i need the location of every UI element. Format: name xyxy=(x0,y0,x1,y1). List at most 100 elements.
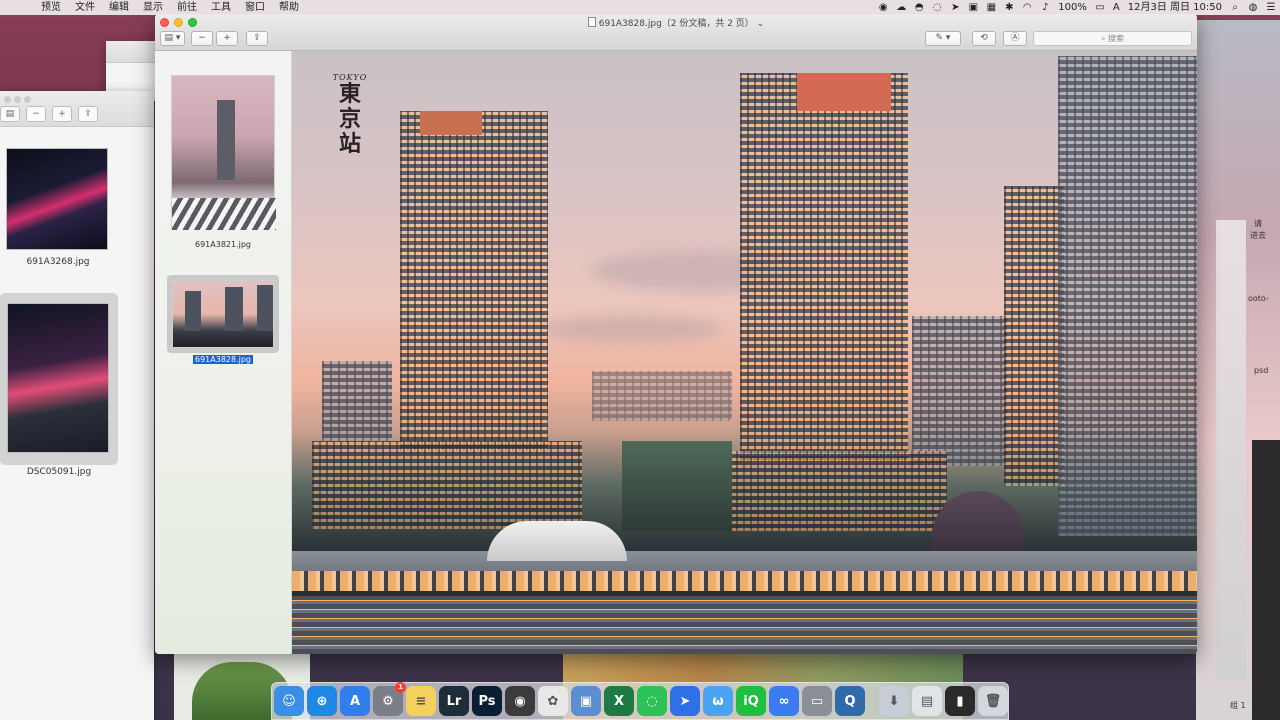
dock-iqiyi-icon[interactable]: iQ xyxy=(736,686,766,716)
menu-bar: 预览 文件 编辑 显示 前往 工具 窗口 帮助 ◉ ☁ ◓ ◌ ➤ ▣ ▦ ✱ … xyxy=(0,0,1280,15)
dock-downloads-icon[interactable]: ⬇ xyxy=(879,686,909,716)
zoom-out-icon[interactable]: − xyxy=(26,106,46,122)
dock-notes-icon[interactable]: ≡ xyxy=(406,686,436,716)
search-field[interactable]: ⌕ 搜索 xyxy=(1033,31,1192,46)
sidebar-toggle-button[interactable]: ▤ ▾ xyxy=(160,31,185,46)
wechat-icon[interactable]: ◌ xyxy=(928,0,946,15)
dock-app-store-icon[interactable]: A xyxy=(340,686,370,716)
menu-help[interactable]: 帮助 xyxy=(272,0,306,15)
selected-filename: 691A3828.jpg xyxy=(192,355,254,364)
dock-baidu-netdisk-icon[interactable]: ∞ xyxy=(769,686,799,716)
thumbnail-caption: 691A3268.jpg xyxy=(26,257,90,267)
clock[interactable]: 12月3日 周日 10:50 xyxy=(1124,0,1226,15)
dock-weiyun-icon[interactable]: ω xyxy=(703,686,733,716)
menu-view[interactable]: 显示 xyxy=(136,0,170,15)
bg-thumbnail-DSC05091[interactable]: DSC05091.jpg xyxy=(0,293,118,477)
thumbnail-sidebar[interactable]: 691A3821.jpg 691A3828.jpg xyxy=(155,51,292,654)
zoom-in-icon[interactable]: + xyxy=(52,106,72,122)
right-window-panel xyxy=(1216,220,1246,680)
menu-tools[interactable]: 工具 xyxy=(204,0,238,15)
right-tower xyxy=(1058,56,1197,536)
background-window-toolbar[interactable]: ▤ − + ⇪ xyxy=(0,91,154,127)
thumbnail-691A3828[interactable]: 691A3828.jpg xyxy=(167,275,279,365)
window-title: 691A3828.jpg（2 份文稿，共 2 页） ⌄ xyxy=(155,16,1197,29)
notification-center-icon[interactable]: ☰ xyxy=(1262,0,1280,15)
close-icon[interactable] xyxy=(4,96,11,103)
menu-go[interactable]: 前往 xyxy=(170,0,204,15)
zoom-in-button[interactable]: + xyxy=(216,31,238,46)
battery-percent[interactable]: 100% xyxy=(1054,0,1091,15)
battery-icon[interactable]: ▭ xyxy=(1091,0,1109,15)
share-button[interactable]: ⇪ xyxy=(246,31,268,46)
building-shape xyxy=(225,287,243,331)
calligraphy-char: 站 xyxy=(338,131,361,157)
dock-lightroom-icon[interactable]: Lr xyxy=(439,686,469,716)
record-icon[interactable]: ◉ xyxy=(874,0,892,15)
input-method[interactable]: A xyxy=(1109,0,1124,15)
menu-preview[interactable]: 预览 xyxy=(34,0,68,15)
dock-trash-icon[interactable]: 🗑 xyxy=(978,686,1008,716)
background-toolbar-buttons: ▤ − + ⇪ xyxy=(0,106,98,122)
dock-screenshot-icon[interactable]: ▤ xyxy=(912,686,942,716)
dock-photoshop-icon[interactable]: Ps xyxy=(472,686,502,716)
dock-photos-icon[interactable]: ✿ xyxy=(538,686,568,716)
image-viewer[interactable]: TOKYO 東 京 站 xyxy=(292,51,1197,654)
minimize-icon[interactable] xyxy=(14,96,21,103)
dock-wechat-icon[interactable]: ◌ xyxy=(637,686,667,716)
markup-button[interactable]: ✎ ▾ xyxy=(925,31,961,46)
dock-preview-icon[interactable]: ▣ xyxy=(571,686,601,716)
qq-icon[interactable]: ◓ xyxy=(910,0,928,15)
dock-finder-icon[interactable]: ☺ xyxy=(274,686,304,716)
tower-crown xyxy=(797,73,891,111)
rail-tracks xyxy=(292,596,1197,654)
tree-avenue xyxy=(622,441,732,531)
dock-camera-icon[interactable]: ◉ xyxy=(505,686,535,716)
bg-thumbnail-691A3268[interactable]: 691A3268.jpg xyxy=(6,148,110,273)
sidebar-toggle-icon[interactable]: ▤ xyxy=(0,106,20,122)
right-window-label: ooto- xyxy=(1248,294,1269,303)
dock-excel-icon[interactable]: X xyxy=(604,686,634,716)
calendar-icon[interactable]: ▦ xyxy=(982,0,1000,15)
menu-edit[interactable]: 编辑 xyxy=(102,0,136,15)
dock-terminal-icon[interactable]: ▮ xyxy=(945,686,975,716)
tower-shape xyxy=(217,100,235,180)
menu-window[interactable]: 窗口 xyxy=(238,0,272,15)
zoom-out-button[interactable]: − xyxy=(191,31,213,46)
chevron-down-icon[interactable]: ⌄ xyxy=(757,19,765,29)
dock: ☺ ⊕ A ⚙ 1 ≡ Lr Ps ◉ ✿ ▣ X ◌ ➤ ω iQ ∞ ▭ Q ⬇ ▤ ▮ 🗑 xyxy=(271,682,1009,720)
distant-skyline xyxy=(592,371,732,421)
annotate-button[interactable]: Ⓐ xyxy=(1003,31,1027,46)
station-canopy xyxy=(487,521,627,561)
volume-icon[interactable]: ♪ xyxy=(1036,0,1054,15)
drive-icon[interactable]: ▣ xyxy=(964,0,982,15)
left-tower xyxy=(400,111,548,451)
bluetooth-icon[interactable]: ✱ xyxy=(1000,0,1018,15)
thumbnail-caption: 691A3821.jpg xyxy=(194,240,252,249)
cloud-shape xyxy=(542,316,722,342)
spotlight-icon[interactable]: ⌕ xyxy=(1226,0,1244,15)
platform-lights xyxy=(292,571,1197,591)
right-window-toolpanel[interactable] xyxy=(1252,440,1280,720)
right-background-window[interactable]: 请 进去 ooto- psd 组 1 xyxy=(1196,20,1280,720)
status-area: ◉ ☁ ◓ ◌ ➤ ▣ ▦ ✱ ◠ ♪ 100% ▭ A 12月3日 周日 10… xyxy=(874,0,1280,15)
background-preview-window[interactable]: ▤ − + ⇪ 691A3268.jpg DSC05091.jpg xyxy=(0,91,154,720)
window-title-text: 691A3828.jpg（2 份文稿，共 2 页） xyxy=(598,19,754,29)
preview-window[interactable]: 691A3828.jpg（2 份文稿，共 2 页） ⌄ ▤ ▾ − + ⇪ ✎ … xyxy=(155,14,1197,654)
thumbnail-691A3821[interactable]: 691A3821.jpg xyxy=(171,75,276,255)
crosswalk-shape xyxy=(172,198,276,230)
dock-card-reader-icon[interactable]: ▭ xyxy=(802,686,832,716)
menu-file[interactable]: 文件 xyxy=(68,0,102,15)
titlebar[interactable]: 691A3828.jpg（2 份文稿，共 2 页） ⌄ ▤ ▾ − + ⇪ ✎ … xyxy=(155,14,1197,51)
dock-feishu-icon[interactable]: ➤ xyxy=(670,686,700,716)
calligraphy-char: 東 xyxy=(338,81,361,107)
dock-safari-icon[interactable]: ⊕ xyxy=(307,686,337,716)
dock-quicktime-icon[interactable]: Q xyxy=(835,686,865,716)
rotate-button[interactable]: ⟲ xyxy=(972,31,996,46)
cloud-icon[interactable]: ☁ xyxy=(892,0,910,15)
feishu-icon[interactable]: ➤ xyxy=(946,0,964,15)
zoom-icon[interactable] xyxy=(24,96,31,103)
share-icon[interactable]: ⇪ xyxy=(78,106,98,122)
siri-icon[interactable]: ◍ xyxy=(1244,0,1262,15)
dock-system-preferences-icon[interactable]: ⚙ 1 xyxy=(373,682,406,716)
wifi-icon[interactable]: ◠ xyxy=(1018,0,1036,15)
